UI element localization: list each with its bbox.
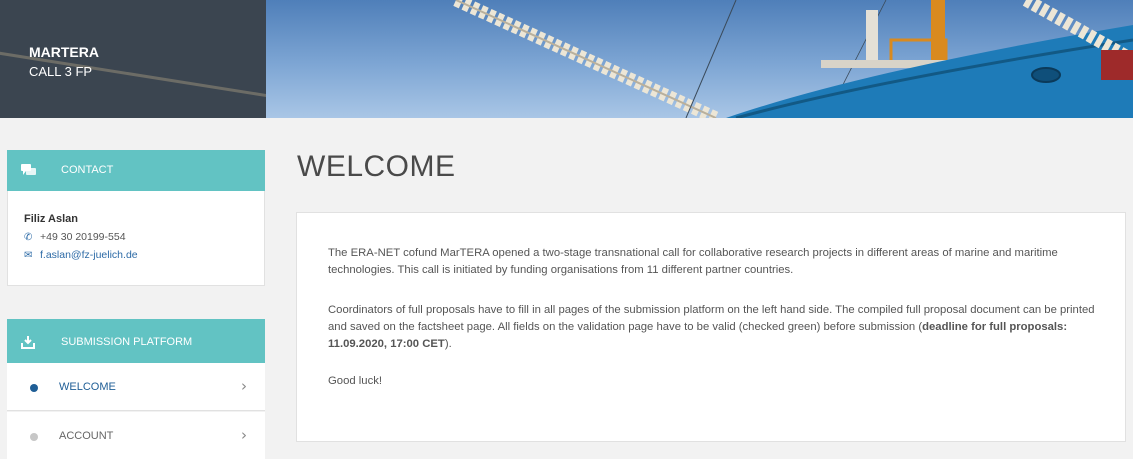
sidebar-item-welcome[interactable]: WELCOME ›	[7, 363, 265, 411]
upload-tray-icon	[21, 334, 35, 353]
chevron-right-icon: ›	[241, 426, 247, 444]
submission-panel-header: SUBMISSION PLATFORM	[7, 319, 265, 363]
chevron-right-icon: ›	[241, 377, 247, 395]
active-indicator-dot	[30, 384, 38, 392]
sidebar-item-account[interactable]: ACCOUNT ›	[7, 412, 265, 459]
contact-header-label: CONTACT	[61, 164, 114, 176]
header-banner-image	[266, 0, 1133, 118]
sidebar-item-label: ACCOUNT	[59, 430, 114, 442]
instructions-end: ).	[444, 338, 452, 350]
chat-bubbles-icon	[21, 163, 37, 182]
brand-subtitle: CALL 3 FP	[29, 64, 93, 79]
inactive-indicator-dot	[30, 433, 38, 441]
submission-header-label: SUBMISSION PLATFORM	[61, 336, 193, 348]
contact-email-row[interactable]: ✉ f.aslan@fz-juelich.de	[24, 249, 138, 261]
page-header: MARTERA CALL 3 FP	[0, 0, 1133, 118]
good-luck-text: Good luck!	[328, 375, 383, 387]
ship-and-ropes-illustration	[453, 0, 1133, 118]
page-title: WELCOME	[297, 150, 456, 183]
intro-paragraph: The ERA-NET cofund MarTERA opened a two-…	[328, 247, 1058, 276]
brand-title: MARTERA	[29, 44, 99, 60]
phone-icon: ✆	[24, 232, 33, 243]
contact-phone-row: ✆ +49 30 20199-554	[24, 231, 126, 243]
welcome-content-card: The ERA-NET cofund MarTERA opened a two-…	[296, 212, 1126, 442]
envelope-icon: ✉	[24, 250, 33, 261]
instructions-paragraph: Coordinators of full proposals have to f…	[328, 302, 1098, 353]
brand-block[interactable]: MARTERA CALL 3 FP	[0, 0, 266, 118]
contact-email-link[interactable]: f.aslan@fz-juelich.de	[40, 249, 138, 261]
sidebar-item-label: WELCOME	[59, 381, 116, 393]
contact-name: Filiz Aslan	[24, 213, 78, 225]
contact-phone: +49 30 20199-554	[40, 231, 126, 243]
contact-panel-header: CONTACT	[7, 150, 265, 191]
contact-card: Filiz Aslan ✆ +49 30 20199-554 ✉ f.aslan@f…	[7, 191, 265, 286]
